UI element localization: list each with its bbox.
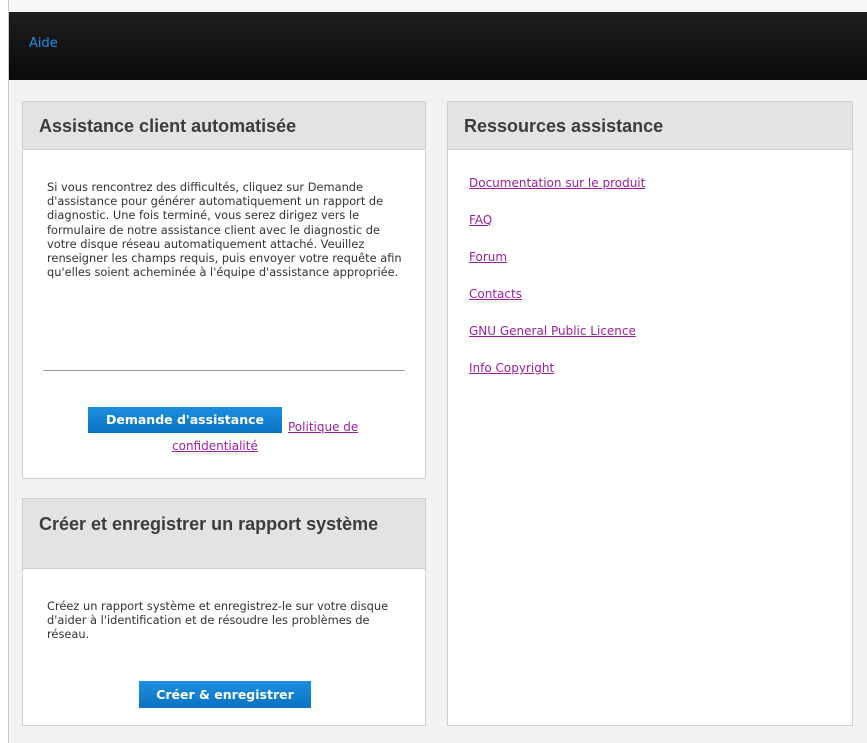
forum-link[interactable]: Forum [469,250,507,264]
gnu-licence-link[interactable]: GNU General Public Licence [469,324,636,338]
faq-link[interactable]: FAQ [469,213,492,227]
ressources-panel-title: Ressources assistance [448,102,852,150]
rapport-description: Créez un rapport système et enregistrez-… [47,599,389,642]
contacts-link[interactable]: Contacts [469,287,522,301]
creer-enregistrer-button[interactable]: Créer & enregistrer [139,681,311,708]
top-bar: Aide [9,12,867,80]
documentation-link[interactable]: Documentation sur le produit [469,176,645,190]
privacy-link-line1[interactable]: Politique de [288,420,358,434]
ressources-panel: Ressources assistance Documentation sur … [447,101,853,726]
assistance-description: Si vous rencontrez des difficultés, cliq… [47,180,402,280]
rapport-panel: Créer et enregistrer un rapport système … [22,498,426,726]
divider [43,370,405,371]
info-copyright-link[interactable]: Info Copyright [469,361,554,375]
assistance-panel-title: Assistance client automatisée [23,102,425,150]
privacy-link-line2[interactable]: confidentialité [172,439,258,453]
top-strip [9,0,867,12]
rapport-panel-title: Créer et enregistrer un rapport système [23,499,425,569]
aide-link[interactable]: Aide [29,36,58,51]
assistance-panel: Assistance client automatisée Si vous re… [22,101,426,479]
demande-assistance-button[interactable]: Demande d'assistance [88,407,282,433]
